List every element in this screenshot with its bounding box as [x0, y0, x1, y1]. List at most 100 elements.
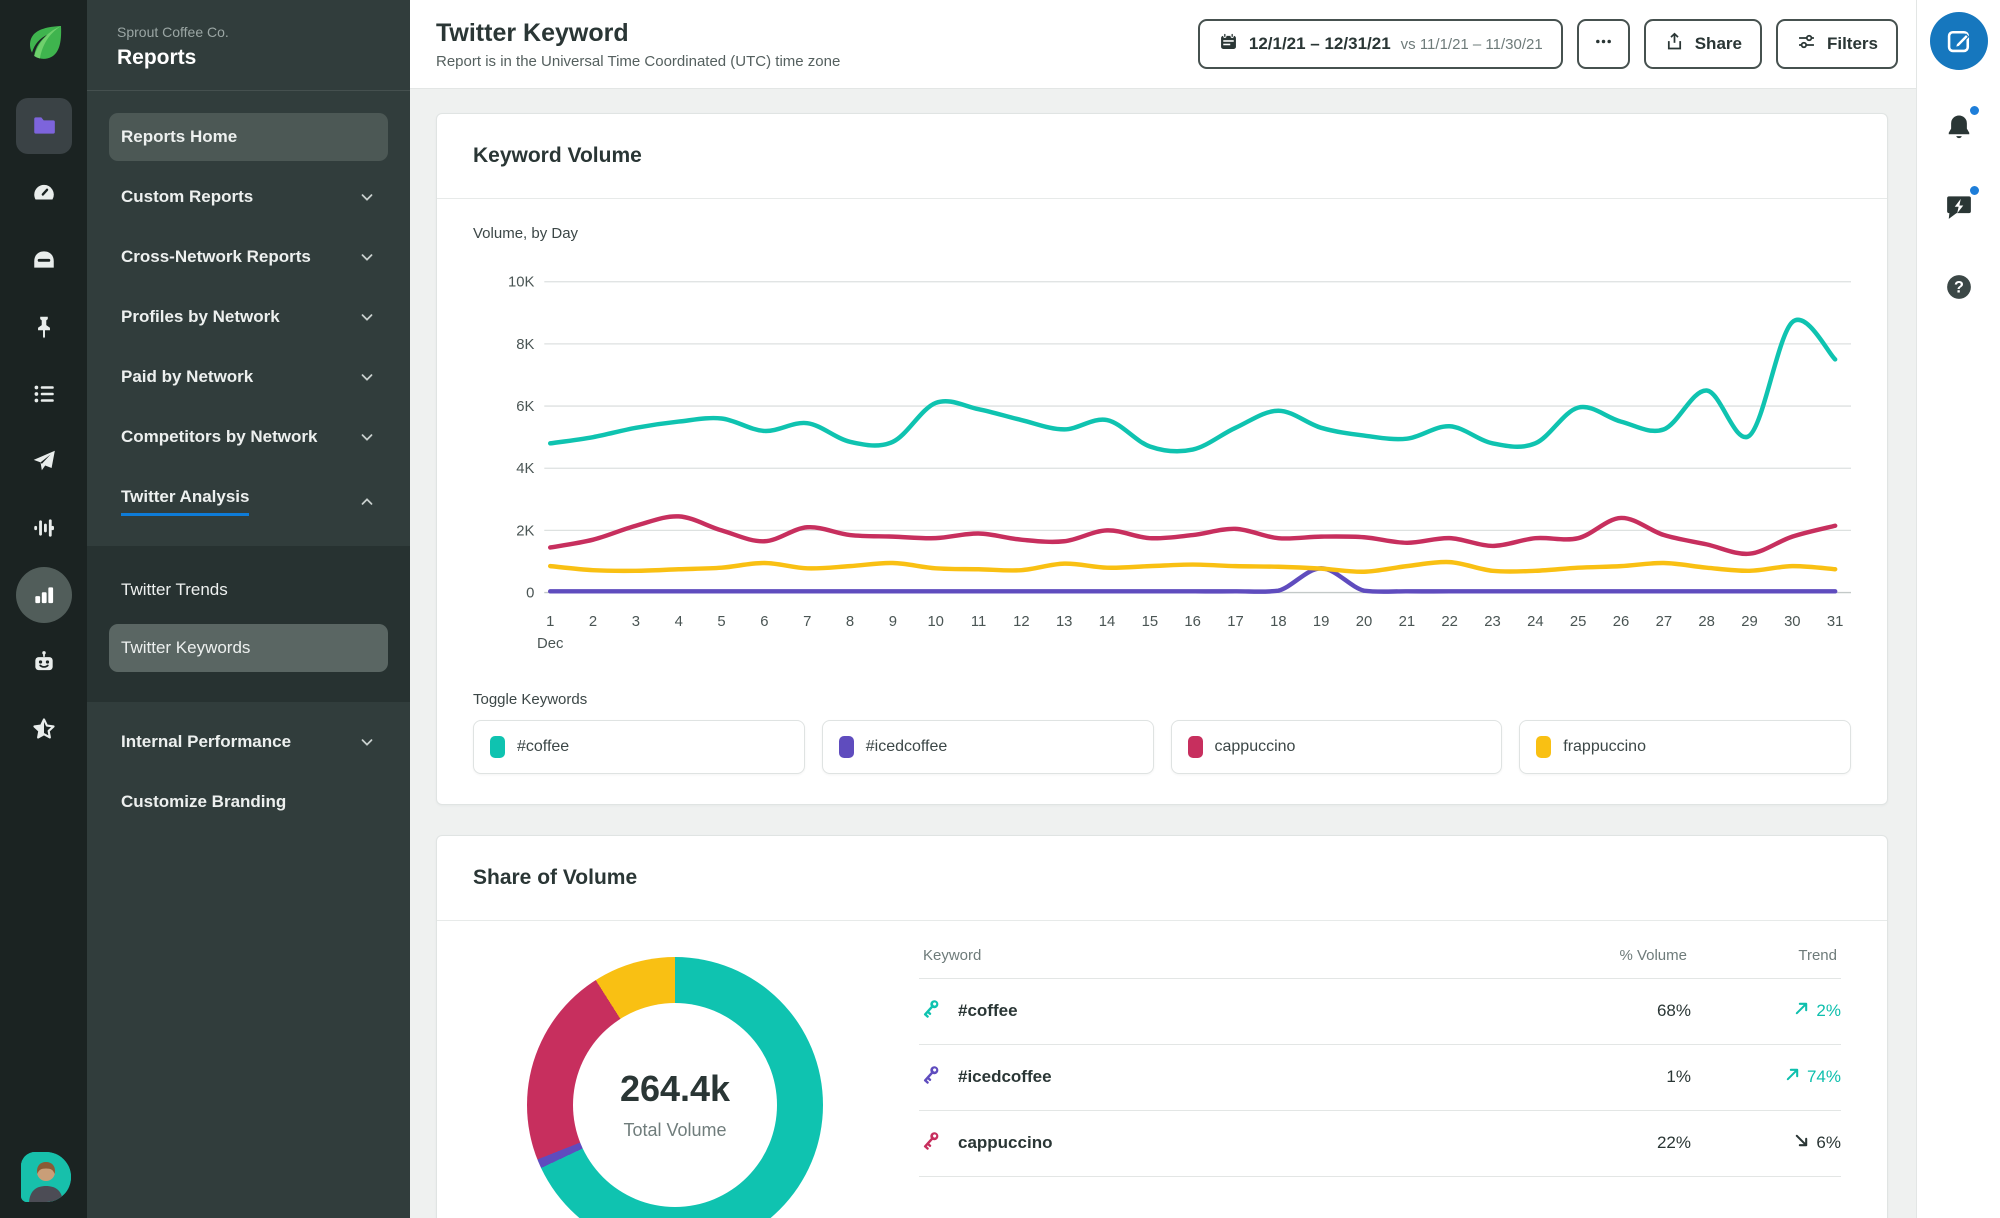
key-icon [919, 1063, 942, 1091]
svg-text:29: 29 [1741, 614, 1758, 630]
more-options-button[interactable] [1576, 19, 1630, 69]
series-cappuccino [547, 514, 1838, 557]
rail-inbox-icon[interactable] [16, 232, 72, 288]
svg-text:31: 31 [1827, 614, 1844, 630]
rail-pin-icon[interactable] [16, 299, 72, 355]
user-avatar[interactable] [21, 1152, 71, 1202]
svg-text:8: 8 [846, 614, 854, 630]
svg-text:6K: 6K [516, 399, 534, 415]
series-icedcoffee [547, 566, 1838, 594]
sidebar-item-label: Twitter Trends [121, 580, 228, 599]
svg-text:2K: 2K [516, 523, 534, 539]
rail-audio-wave-icon[interactable] [16, 500, 72, 556]
volume-percent: 22% [1656, 1133, 1691, 1153]
sidebar-item-custom-reports[interactable]: Custom Reports [109, 173, 388, 221]
svg-text:14: 14 [1099, 614, 1116, 630]
svg-text:19: 19 [1313, 614, 1330, 630]
trend-up-icon [1794, 1001, 1809, 1021]
sidebar-item-reports-home[interactable]: Reports Home [109, 113, 388, 161]
sprout-logo[interactable] [21, 22, 67, 68]
rail-list-icon[interactable] [16, 366, 72, 422]
share-icon [1664, 31, 1685, 57]
svg-text:2: 2 [589, 614, 597, 630]
svg-text:?: ? [1954, 279, 1964, 297]
svg-text:10: 10 [927, 614, 944, 630]
svg-text:1: 1 [546, 614, 554, 630]
chart-axis-caption: Volume, by Day [473, 225, 579, 242]
rail-bar-chart-icon[interactable] [15, 567, 72, 623]
svg-text:4: 4 [675, 614, 683, 630]
svg-text:5: 5 [717, 614, 725, 630]
sidebar-subitem-twitter-keywords[interactable]: Twitter Keywords [109, 624, 388, 672]
svg-text:26: 26 [1613, 614, 1630, 630]
sidebar-item-paid-by-network[interactable]: Paid by Network [109, 353, 388, 401]
rail-folder-icon[interactable] [15, 98, 72, 154]
rail-robot-icon[interactable] [16, 634, 72, 690]
trend-value: 74% [1806, 1067, 1841, 1087]
sidebar-item-competitors-by-network[interactable]: Competitors by Network [109, 413, 388, 461]
keyword-toggle-frappuccino[interactable]: frappuccino [1519, 719, 1851, 774]
account-name: Sprout Coffee Co. [117, 24, 229, 40]
sidebar-subitem-twitter-trends[interactable]: Twitter Trends [109, 566, 388, 614]
rail-paper-plane-icon[interactable] [16, 433, 72, 489]
utility-bell-icon[interactable] [1936, 104, 1982, 150]
sidebar-item-customize-branding[interactable]: Customize Branding [109, 778, 388, 826]
keyword-toggle-label: frappuccino [1563, 737, 1646, 755]
svg-text:3: 3 [632, 614, 640, 630]
sidebar-item-twitter-analysis[interactable]: Twitter Analysis [109, 473, 388, 530]
donut-center: 264.4k Total Volume [573, 1002, 777, 1207]
keyword-name: #icedcoffee [958, 1067, 1052, 1087]
key-icon [919, 997, 942, 1025]
keyword-color-swatch [1536, 735, 1552, 758]
volume-percent: 68% [1656, 1001, 1691, 1021]
sidebar-item-internal-performance[interactable]: Internal Performance [109, 718, 388, 766]
chevron-up-icon [358, 493, 376, 511]
svg-text:17: 17 [1227, 614, 1243, 630]
keyword-toggle-cappuccino[interactable]: cappuccino [1170, 719, 1503, 774]
date-range-button[interactable]: 12/1/21 – 12/31/21 vs 11/1/21 – 11/30/21 [1197, 19, 1563, 69]
rail-gauge-icon[interactable] [16, 165, 72, 221]
sidebar-item-label: Reports Home [121, 127, 238, 146]
svg-text:15: 15 [1142, 614, 1159, 630]
share-button[interactable]: Share [1643, 19, 1762, 69]
utility-rail: ? [1916, 0, 2000, 1218]
keyword-toggle-label: cappuccino [1214, 737, 1296, 755]
ellipsis-icon [1593, 31, 1614, 57]
share-of-volume-donut: 264.4k Total Volume [527, 956, 823, 1218]
sidebar-item-profiles-by-network[interactable]: Profiles by Network [109, 293, 388, 341]
svg-text:11: 11 [971, 614, 986, 630]
svg-text:23: 23 [1484, 614, 1501, 630]
chevron-down-icon [358, 188, 376, 206]
table-row-coffee[interactable]: #coffee 68% 2% [919, 979, 1841, 1045]
filters-label: Filters [1826, 34, 1878, 53]
keyword-toggle-coffee[interactable]: #coffee [473, 719, 805, 774]
main-area: Twitter Keyword Report is in the Univers… [410, 0, 1916, 1218]
notification-dot [1967, 184, 1981, 197]
utility-chat-lightning-icon[interactable] [1936, 184, 1982, 230]
share-of-volume-title: Share of Volume [437, 836, 1887, 921]
sidebar-item-label: Profiles by Network [121, 307, 280, 326]
filters-button[interactable]: Filters [1775, 19, 1898, 69]
keyword-name: cappuccino [958, 1133, 1053, 1153]
trend-up-icon [1785, 1067, 1800, 1087]
svg-text:12: 12 [1013, 614, 1029, 630]
utility-help-icon[interactable]: ? [1936, 264, 1982, 310]
sidebar-item-label: Competitors by Network [121, 427, 318, 446]
sidebar-item-cross-network-reports[interactable]: Cross-Network Reports [109, 233, 388, 281]
keyword-toggle-icedcoffee[interactable]: #icedcoffee [821, 719, 1154, 774]
total-volume-caption: Total Volume [623, 1120, 727, 1141]
chevron-down-icon [358, 308, 376, 326]
svg-text:6: 6 [760, 614, 768, 630]
table-row-cappuccino[interactable]: cappuccino 22% 6% [919, 1111, 1841, 1177]
chevron-down-icon [358, 368, 376, 386]
table-row-icedcoffee[interactable]: #icedcoffee 1% 74% [919, 1045, 1841, 1111]
trend-value: 6% [1816, 1133, 1841, 1153]
trend-value: 2% [1816, 1001, 1841, 1021]
rail-star-icon[interactable] [16, 701, 72, 757]
utility-compose-icon[interactable] [1929, 12, 1988, 70]
reports-sidebar: Sprout Coffee Co. Reports Reports Home Cu… [87, 0, 410, 1218]
keyword-color-swatch [490, 735, 505, 758]
svg-text:8K: 8K [516, 337, 534, 353]
svg-text:16: 16 [1184, 614, 1200, 630]
compare-range-label: vs 11/1/21 – 11/30/21 [1400, 35, 1543, 53]
